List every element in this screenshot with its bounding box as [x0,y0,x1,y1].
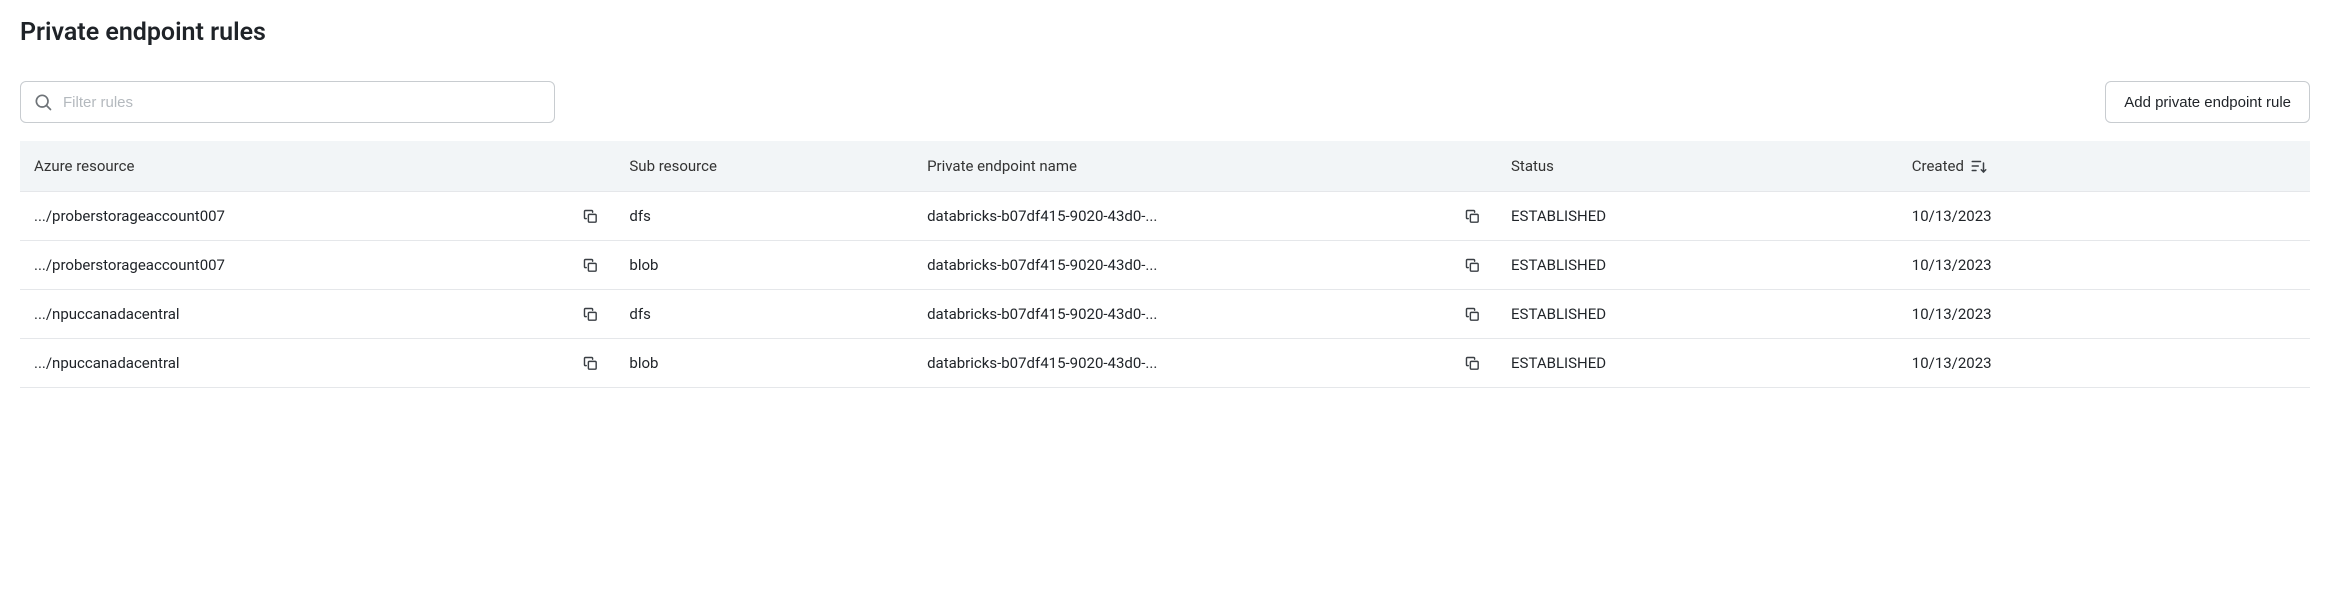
col-header-status[interactable]: Status [1497,141,1898,192]
table-row: .../npuccanadacentral blob databricks-b0… [20,339,2310,388]
col-header-azure-resource[interactable]: Azure resource [20,141,615,192]
table-header-row: Azure resource Sub resource Private endp… [20,141,2310,192]
copy-icon [1464,257,1481,274]
status-cell: ESTABLISHED [1511,256,1606,274]
created-cell: 10/13/2023 [1912,256,1992,274]
copy-icon [1464,208,1481,225]
sub-resource-cell: blob [629,354,658,372]
search-icon [33,92,53,112]
copy-icon [582,306,599,323]
sub-resource-cell: dfs [629,305,650,323]
sub-resource-cell: dfs [629,207,650,225]
copy-icon [582,208,599,225]
col-header-created-label: Created [1912,157,1964,175]
azure-resource-cell: .../proberstorageaccount007 [34,207,571,225]
col-header-created[interactable]: Created [1898,141,2310,192]
status-cell: ESTABLISHED [1511,305,1606,323]
col-header-pe-name[interactable]: Private endpoint name [913,141,1497,192]
pe-name-cell: databricks-b07df415-9020-43d0-... [927,354,1453,372]
copy-azure-resource-button[interactable] [579,205,601,227]
copy-icon [1464,355,1481,372]
copy-pe-name-button[interactable] [1461,254,1483,276]
rules-table: Azure resource Sub resource Private endp… [20,141,2310,388]
sub-resource-cell: blob [629,256,658,274]
created-cell: 10/13/2023 [1912,305,1992,323]
azure-resource-cell: .../proberstorageaccount007 [34,256,571,274]
copy-azure-resource-button[interactable] [579,303,601,325]
filter-input[interactable] [63,94,542,111]
copy-icon [1464,306,1481,323]
copy-icon [582,257,599,274]
copy-azure-resource-button[interactable] [579,254,601,276]
pe-name-cell: databricks-b07df415-9020-43d0-... [927,256,1453,274]
copy-icon [582,355,599,372]
toolbar: Add private endpoint rule [20,81,2310,123]
pe-name-cell: databricks-b07df415-9020-43d0-... [927,207,1453,225]
add-private-endpoint-rule-button[interactable]: Add private endpoint rule [2105,81,2310,123]
table-row: .../npuccanadacentral dfs databricks-b07… [20,290,2310,339]
status-cell: ESTABLISHED [1511,207,1606,225]
table-row: .../proberstorageaccount007 blob databri… [20,241,2310,290]
table-row: .../proberstorageaccount007 dfs databric… [20,192,2310,241]
azure-resource-cell: .../npuccanadacentral [34,354,571,372]
copy-azure-resource-button[interactable] [579,352,601,374]
azure-resource-cell: .../npuccanadacentral [34,305,571,323]
sort-descending-icon [1970,157,1988,175]
col-header-sub-resource[interactable]: Sub resource [615,141,913,192]
copy-pe-name-button[interactable] [1461,205,1483,227]
created-cell: 10/13/2023 [1912,354,1992,372]
created-cell: 10/13/2023 [1912,207,1992,225]
copy-pe-name-button[interactable] [1461,352,1483,374]
pe-name-cell: databricks-b07df415-9020-43d0-... [927,305,1453,323]
page-title: Private endpoint rules [20,18,2310,47]
status-cell: ESTABLISHED [1511,354,1606,372]
filter-container[interactable] [20,81,555,123]
copy-pe-name-button[interactable] [1461,303,1483,325]
